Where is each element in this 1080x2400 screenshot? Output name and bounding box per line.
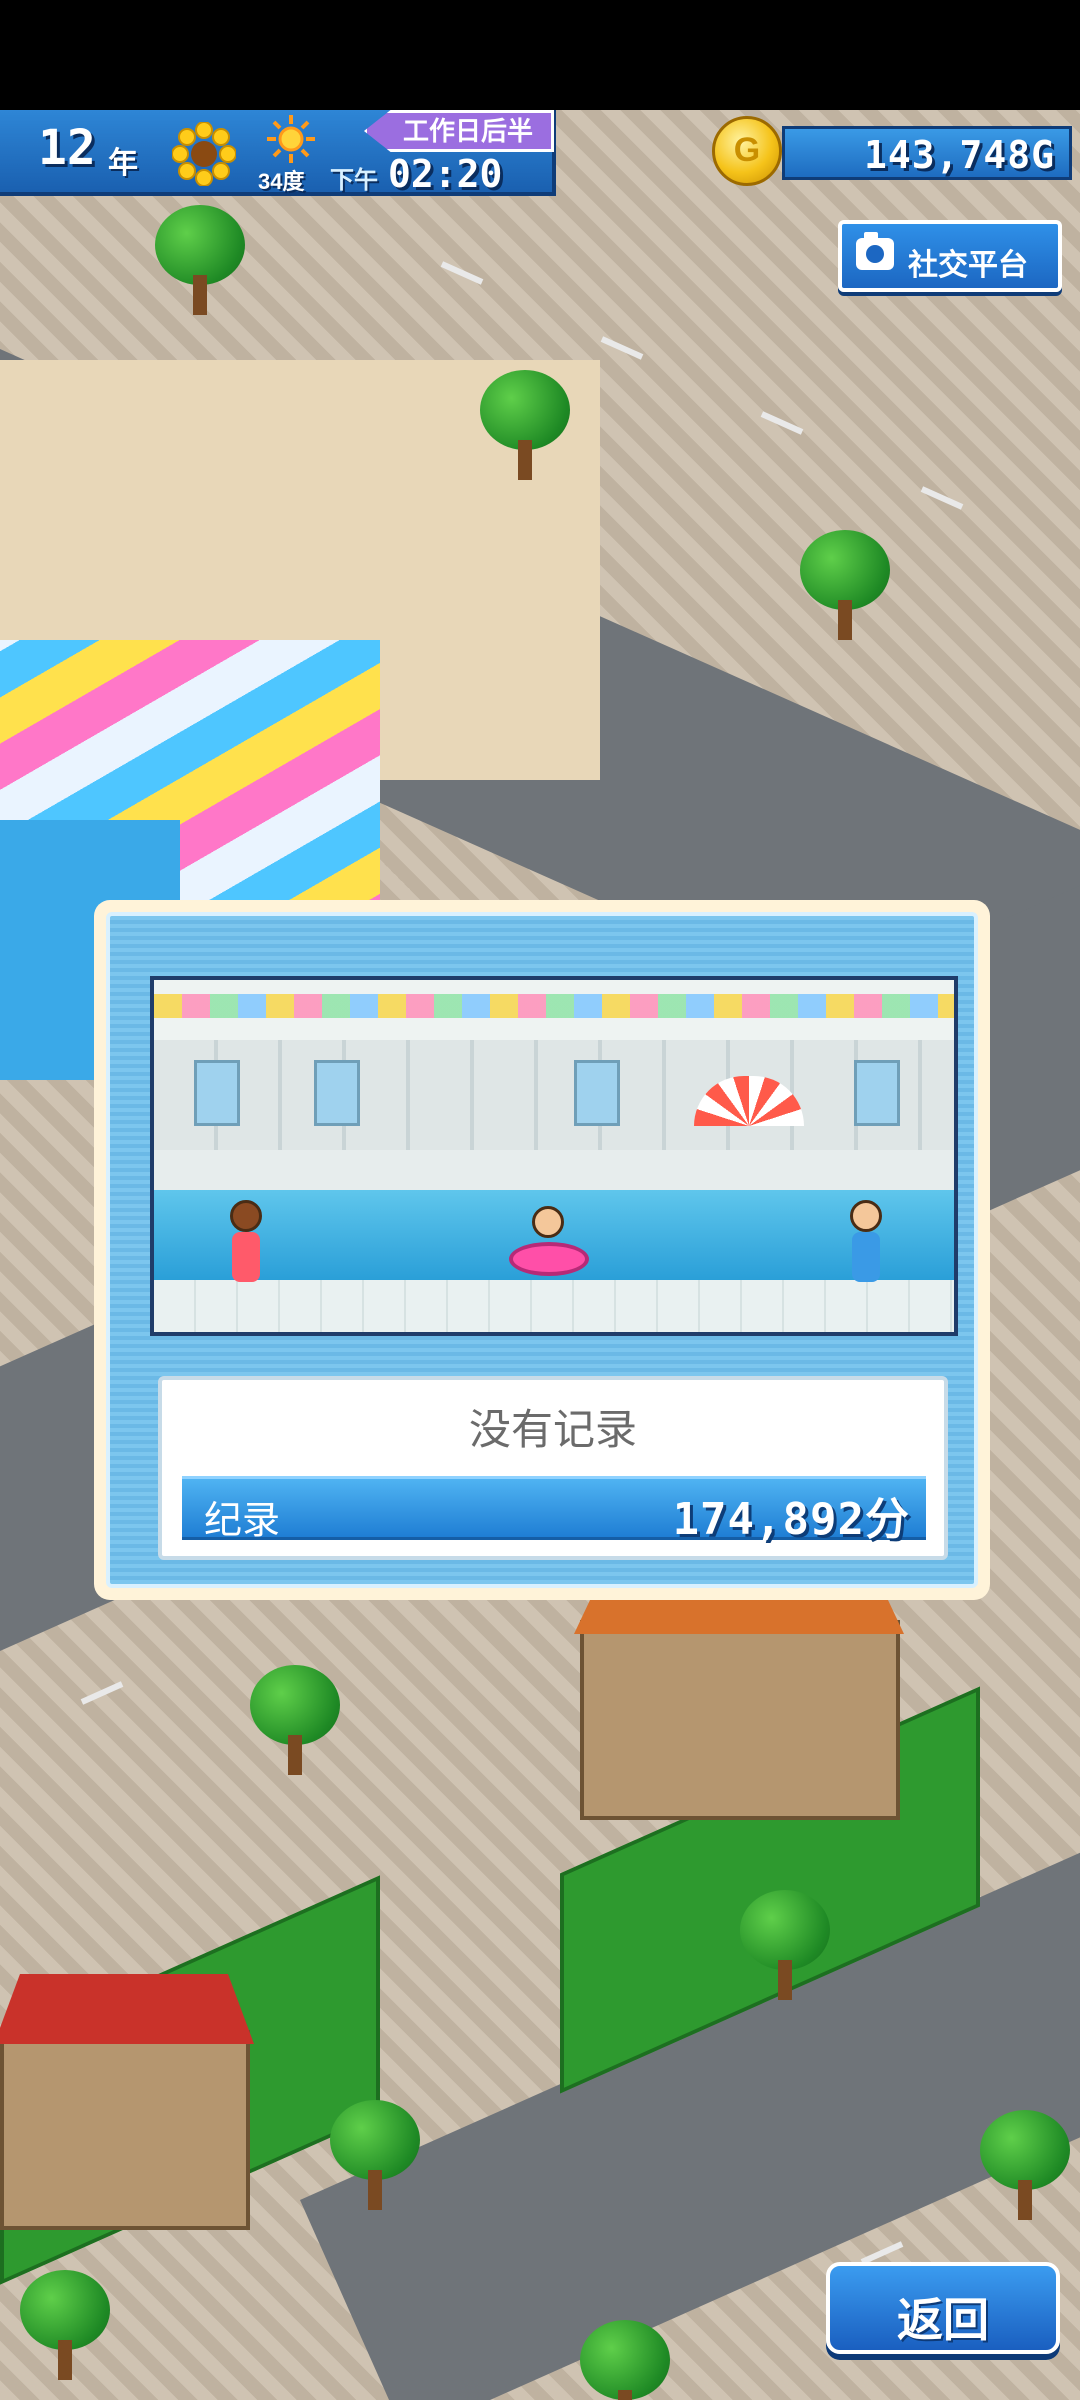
swimmer-man — [844, 1200, 888, 1296]
social-platform-button[interactable]: 社交平台 — [838, 220, 1062, 292]
window — [854, 1060, 900, 1126]
pool-floor — [154, 1280, 954, 1332]
tree — [800, 530, 890, 640]
record-score: 174,892分 — [672, 1494, 910, 1545]
clock-time: 02:20 — [388, 152, 503, 196]
house-red — [0, 1974, 254, 2230]
tree — [740, 1890, 830, 2000]
house-orange — [574, 1564, 904, 1820]
record-dialog: 没有记录 纪录 174,892分 — [94, 900, 990, 1600]
tree — [20, 2270, 110, 2380]
date-time-panel: 12 年 34度 下午 02:20 工作日后半 — [0, 110, 556, 196]
money-bar: 143,748G — [782, 126, 1072, 180]
back-button[interactable]: 返回 — [826, 2262, 1060, 2354]
pool-building-wall — [154, 1040, 954, 1150]
social-platform-label: 社交平台 — [908, 249, 1028, 282]
window — [574, 1060, 620, 1126]
pool-deck — [154, 1150, 954, 1190]
no-record-text: 没有记录 — [468, 1406, 637, 1453]
pool-preview-image — [150, 976, 958, 1336]
day-period-badge: 工作日后半 — [364, 110, 554, 152]
swimmer-boy — [526, 1206, 570, 1266]
tree — [250, 1665, 340, 1775]
sun-icon — [267, 115, 315, 163]
am-pm: 下午 — [330, 167, 378, 194]
tree — [330, 2100, 420, 2210]
record-bar: 纪录 174,892分 — [182, 1476, 926, 1545]
sunflower-icon — [172, 122, 236, 186]
camera-icon — [856, 232, 894, 270]
tree — [580, 2320, 670, 2400]
status-bar-area — [0, 0, 1080, 110]
bunting — [154, 994, 954, 1018]
year-value: 12 — [38, 120, 96, 176]
coin-icon: G — [712, 116, 782, 186]
year-unit: 年 — [108, 147, 138, 180]
window — [194, 1060, 240, 1126]
tree — [980, 2110, 1070, 2220]
record-label: 纪录 — [204, 1500, 281, 1542]
tree — [480, 370, 570, 480]
swimmer-girl — [224, 1200, 268, 1296]
record-box: 没有记录 纪录 174,892分 — [158, 1376, 948, 1560]
window — [314, 1060, 360, 1126]
temperature: 34度 — [258, 169, 305, 194]
tree — [155, 205, 245, 315]
money-panel: 143,748G G — [712, 116, 1072, 186]
dialog-frame: 没有记录 纪录 174,892分 — [106, 912, 978, 1588]
back-button-label: 返回 — [897, 2294, 989, 2346]
money-value: 143,748G — [863, 133, 1055, 177]
